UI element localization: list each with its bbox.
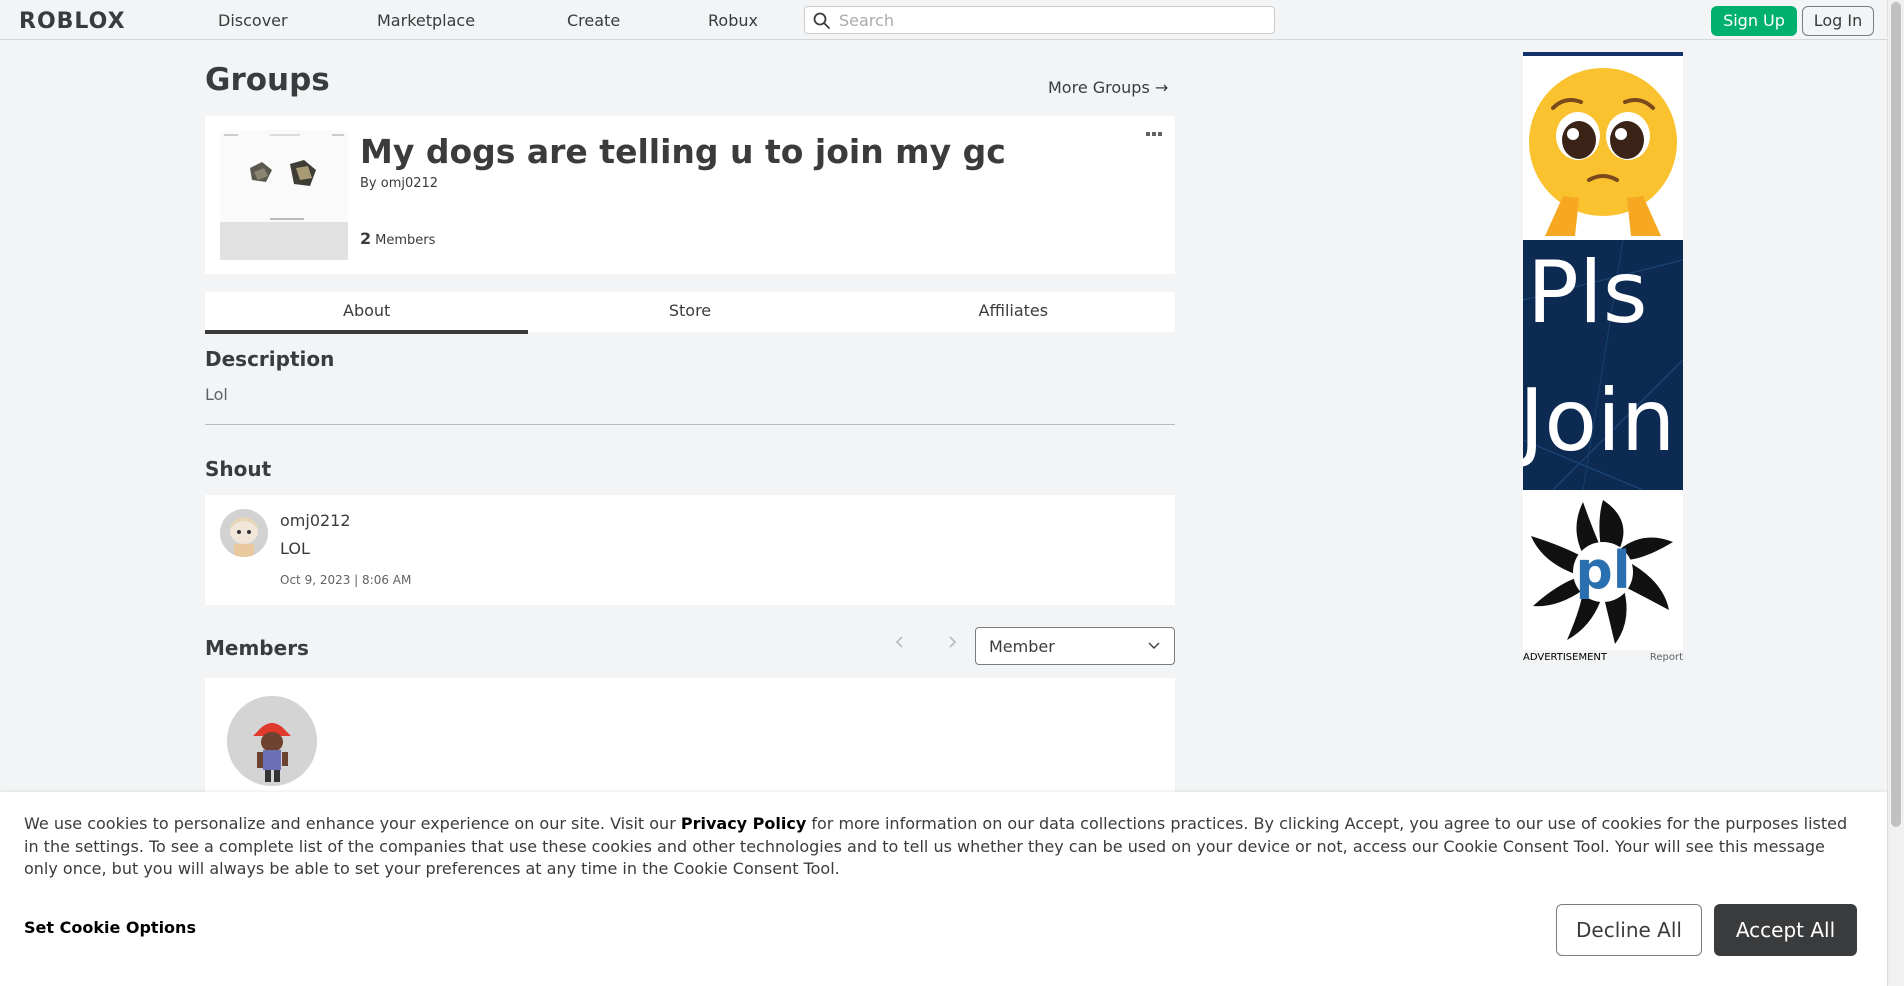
cookie-text-before: We use cookies to personalize and enhanc… xyxy=(24,814,681,833)
tab-affiliates[interactable]: Affiliates xyxy=(852,292,1175,332)
more-groups-link[interactable]: More Groups → xyxy=(1048,78,1168,97)
members-heading: Members xyxy=(205,636,309,660)
pleading-face-image xyxy=(1523,56,1683,240)
ad-banner-pls-join: Pls Join xyxy=(1523,240,1683,490)
advertisement[interactable]: Pls Join pl ADVERTISEMENT Report xyxy=(1523,52,1683,664)
member-role-value: Member xyxy=(989,637,1055,656)
shout-username[interactable]: omj0212 xyxy=(280,511,351,530)
section-divider xyxy=(205,424,1175,425)
member-count-value: 2 xyxy=(360,229,372,248)
roblox-logo[interactable]: ROBLOX xyxy=(19,9,126,34)
ad-logo-image: pl xyxy=(1523,490,1683,650)
group-tabs: About Store Affiliates xyxy=(205,292,1175,334)
group-thumbnail xyxy=(220,130,348,260)
report-ad-link[interactable]: Report xyxy=(1650,652,1683,663)
group-owner-line: By omj0212 xyxy=(360,176,438,191)
search-icon[interactable] xyxy=(813,12,830,29)
nav-link-discover[interactable]: Discover xyxy=(218,11,288,30)
shout-message: LOL xyxy=(280,539,310,558)
group-owner-link[interactable]: omj0212 xyxy=(381,176,438,191)
top-navigation-bar: ROBLOX Discover Marketplace Create Robux… xyxy=(0,0,1887,40)
privacy-policy-link[interactable]: Privacy Policy xyxy=(681,814,806,833)
member-role-select[interactable]: Member xyxy=(975,627,1175,665)
log-in-button[interactable]: Log In xyxy=(1802,6,1874,36)
ad-logo-text: pl xyxy=(1575,541,1630,601)
swirl-logo-icon: pl xyxy=(1531,500,1673,644)
description-heading: Description xyxy=(205,347,335,371)
group-member-count: 2 Members xyxy=(360,229,435,248)
member-avatar-image xyxy=(227,696,317,786)
accept-all-button[interactable]: Accept All xyxy=(1714,904,1857,956)
avatar-image xyxy=(220,509,268,557)
scrollbar-thumb[interactable] xyxy=(1891,2,1901,827)
tab-about[interactable]: About xyxy=(205,292,529,334)
group-name: My dogs are telling u to join my gc xyxy=(360,132,1006,171)
member-count-label: Members xyxy=(375,233,436,248)
group-header-card: My dogs are telling u to join my gc By o… xyxy=(205,116,1175,274)
chevron-right-icon[interactable] xyxy=(944,634,960,650)
shout-heading: Shout xyxy=(205,457,272,481)
set-cookie-options-link[interactable]: Set Cookie Options xyxy=(24,918,196,937)
decline-all-button[interactable]: Decline All xyxy=(1556,904,1702,956)
owner-by-label: By xyxy=(360,176,377,191)
description-text: Lol xyxy=(205,385,228,404)
cookie-consent-text: We use cookies to personalize and enhanc… xyxy=(24,813,1854,881)
search-input[interactable] xyxy=(839,10,1259,30)
ad-text-line2: Join xyxy=(1523,371,1676,471)
shout-card: omj0212 LOL Oct 9, 2023 | 8:06 AM xyxy=(205,495,1175,605)
member-avatar[interactable] xyxy=(227,696,317,786)
cookie-consent-banner: We use cookies to personalize and enhanc… xyxy=(0,792,1887,986)
chevron-left-icon[interactable] xyxy=(892,634,908,650)
page-scrollbar[interactable] xyxy=(1887,0,1904,986)
advertisement-label: ADVERTISEMENT xyxy=(1523,652,1608,663)
nav-link-robux[interactable]: Robux xyxy=(708,11,758,30)
tab-store[interactable]: Store xyxy=(528,292,851,332)
search-box xyxy=(804,6,1275,34)
ad-footer: ADVERTISEMENT Report xyxy=(1523,650,1683,664)
nav-link-create[interactable]: Create xyxy=(567,11,620,30)
nav-link-marketplace[interactable]: Marketplace xyxy=(377,11,475,30)
page-title: Groups xyxy=(205,62,330,98)
pleading-face-icon xyxy=(1529,68,1677,236)
shout-timestamp: Oct 9, 2023 | 8:06 AM xyxy=(280,573,412,587)
group-thumbnail-placeholder xyxy=(220,222,348,260)
more-options-icon[interactable] xyxy=(1145,129,1163,139)
group-thumbnail-image xyxy=(220,130,348,222)
ad-text-line1: Pls xyxy=(1527,243,1648,343)
sign-up-button[interactable]: Sign Up xyxy=(1711,6,1797,36)
shout-user-avatar[interactable] xyxy=(220,509,268,557)
chevron-down-icon xyxy=(1148,642,1160,649)
